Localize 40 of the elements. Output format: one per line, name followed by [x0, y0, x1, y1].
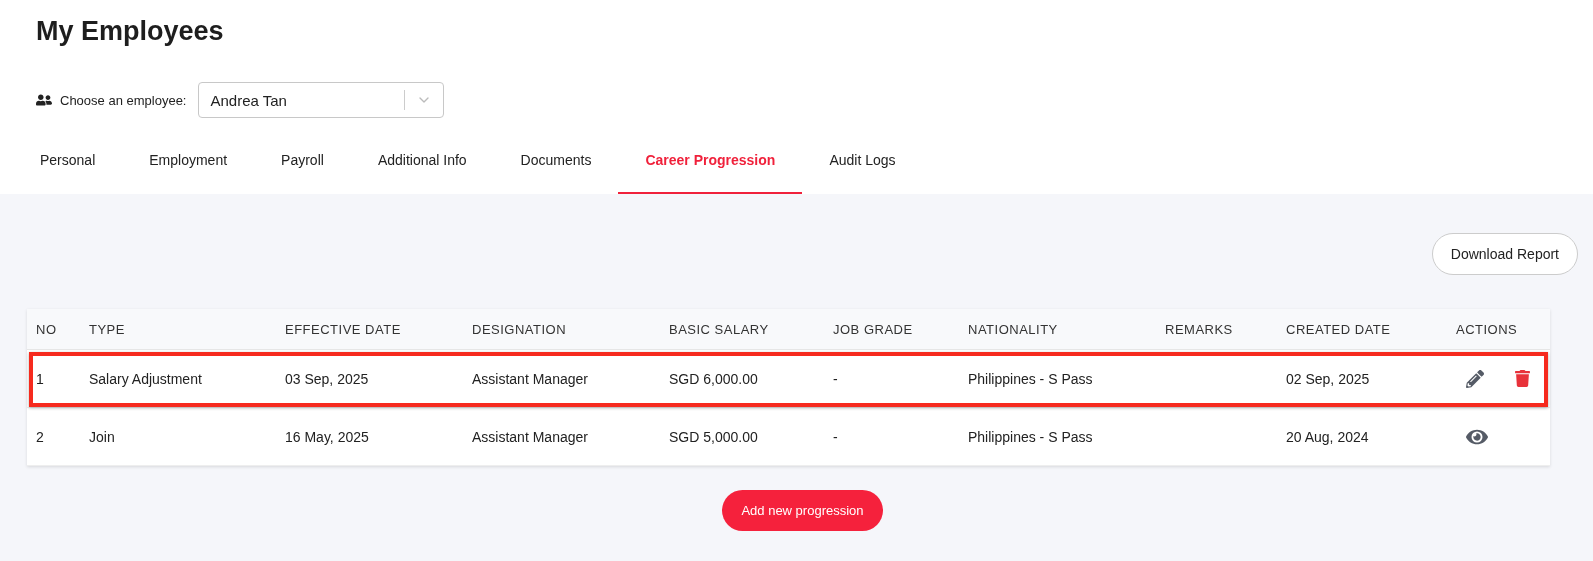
table-cell-text: Salary Adjustment [88, 370, 203, 387]
people-icon [36, 92, 52, 108]
table-cell-text: Assistant Manager [471, 370, 589, 387]
table-cell-text: 1 [35, 370, 45, 387]
column-header: EFFECTIVE DATE [284, 321, 402, 337]
table-cell-text: 03 Sep, 2025 [284, 370, 370, 387]
tab[interactable]: Audit Logs [802, 130, 923, 194]
tab[interactable]: Payroll [254, 130, 351, 194]
select-label: Choose an employee: [60, 92, 187, 108]
page-title: My Employees [36, 16, 225, 47]
tab[interactable]: Personal [13, 130, 123, 194]
add-progression-button[interactable]: Add new progression [722, 490, 883, 531]
column-header: BASIC SALARY [668, 321, 770, 337]
tab[interactable]: Additional Info [350, 130, 494, 194]
table-cell-text: 02 Sep, 2025 [1285, 370, 1371, 387]
table-cell-text: - [832, 370, 839, 387]
download-report-button[interactable]: Download Report [1431, 233, 1578, 275]
column-header: JOB GRADE [832, 321, 914, 337]
column-header: TYPE [88, 321, 126, 337]
table-cell-text: Philippines - S Pass [967, 370, 1094, 387]
tab[interactable]: Documents [493, 130, 619, 194]
column-header: DESIGNATION [471, 321, 568, 337]
column-header: NO [35, 321, 58, 337]
column-header: ACTIONS [1455, 321, 1519, 337]
table-cell-text: SGD 5,000.00 [668, 428, 759, 445]
employee-select[interactable]: Andrea Tan [198, 82, 445, 118]
tab[interactable]: Employment [122, 130, 255, 194]
table-cell-text: Philippines - S Pass [967, 428, 1094, 445]
table-cell-text: 20 Aug, 2024 [1285, 428, 1370, 445]
column-header: REMARKS [1164, 321, 1234, 337]
column-header: CREATED DATE [1285, 321, 1392, 337]
delete-icon[interactable] [1514, 370, 1531, 387]
table-cell-text: 2 [35, 428, 45, 445]
table-cell-text: Assistant Manager [471, 428, 589, 445]
table-cell-text: SGD 6,000.00 [668, 370, 759, 387]
table-cell-text: 16 May, 2025 [284, 428, 370, 445]
edit-icon[interactable] [1466, 369, 1484, 388]
table-cell-text: - [832, 428, 839, 445]
column-header: NATIONALITY [967, 321, 1059, 337]
table-cell-text: Join [88, 428, 116, 445]
